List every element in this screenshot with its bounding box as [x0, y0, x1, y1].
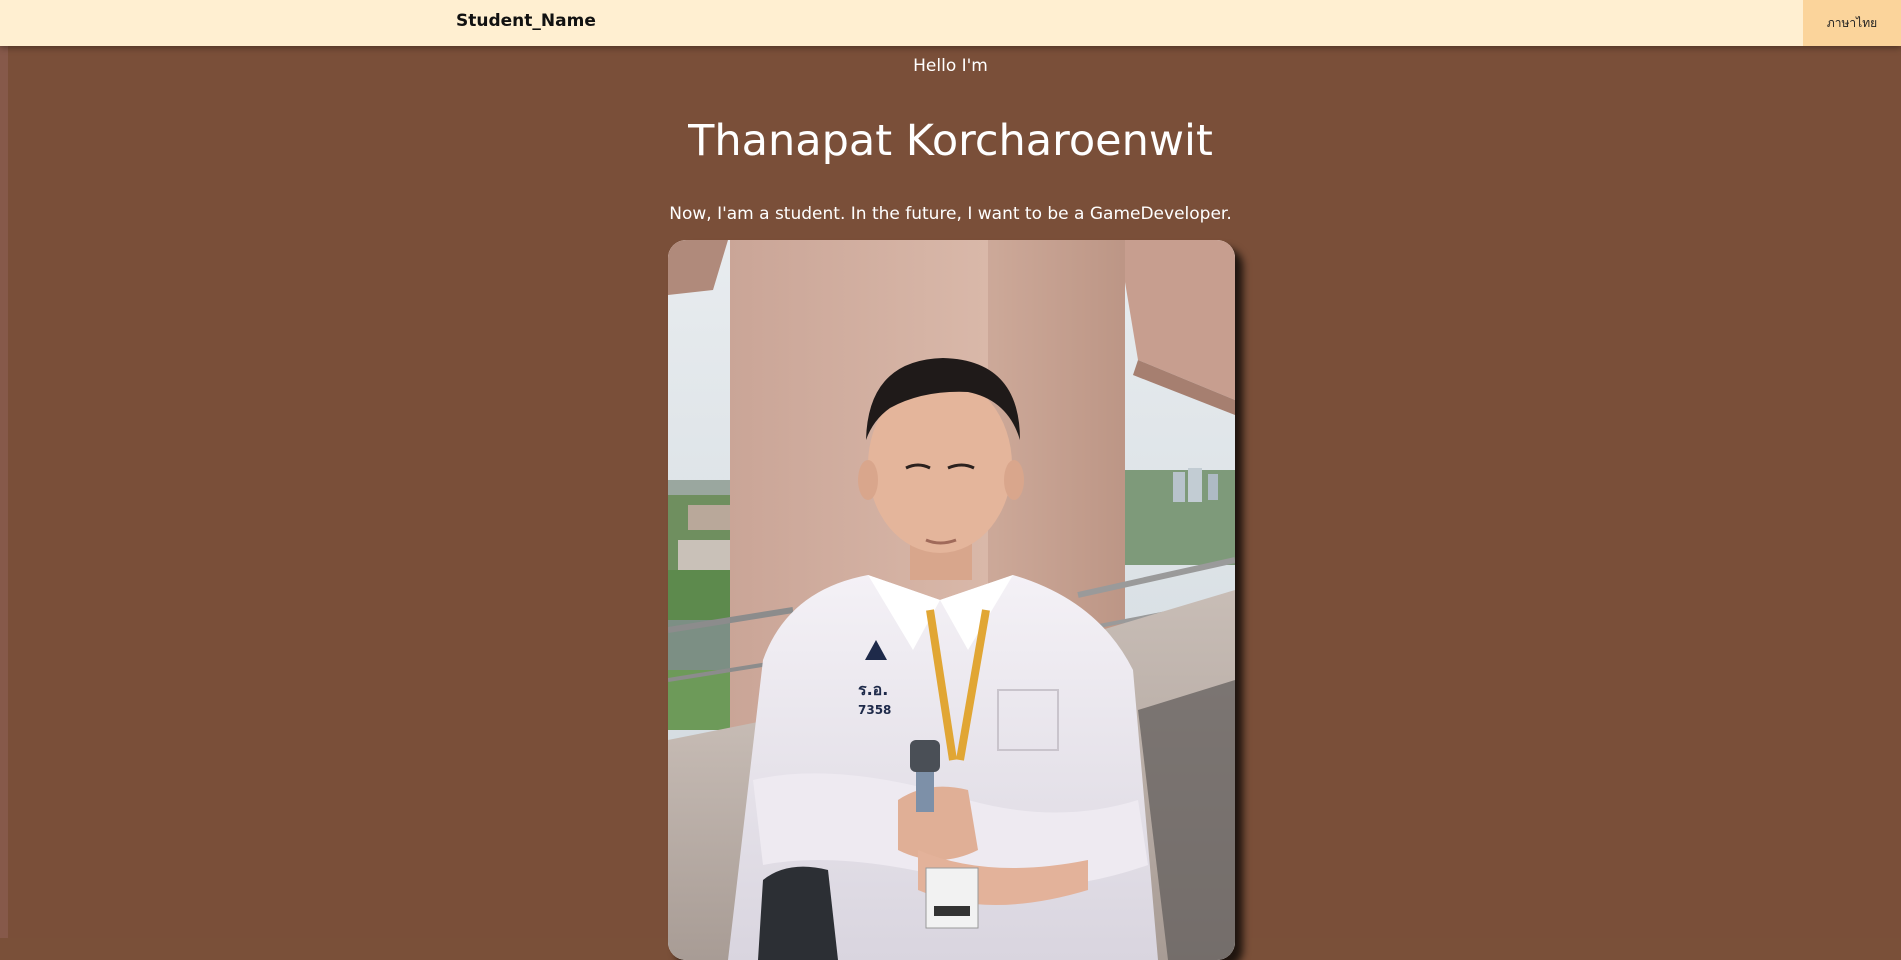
brand-link[interactable]: Student_Name — [456, 11, 596, 31]
shirt-logo-text: ร.อ. — [858, 680, 888, 699]
profile-photo-illustration: ร.อ. 7358 — [668, 240, 1235, 960]
navbar: Student_Name ภาษาไทย — [0, 0, 1901, 46]
student-name-heading: Thanapat Korcharoenwit — [688, 116, 1213, 166]
greeting-text: Hello I'm — [913, 56, 988, 76]
language-toggle-button[interactable]: ภาษาไทย — [1803, 0, 1901, 46]
shirt-number-text: 7358 — [858, 703, 891, 717]
tagline-text: Now, I'am a student. In the future, I wa… — [669, 204, 1232, 224]
profile-photo: ร.อ. 7358 — [668, 240, 1235, 960]
left-edge-strip — [0, 46, 8, 938]
